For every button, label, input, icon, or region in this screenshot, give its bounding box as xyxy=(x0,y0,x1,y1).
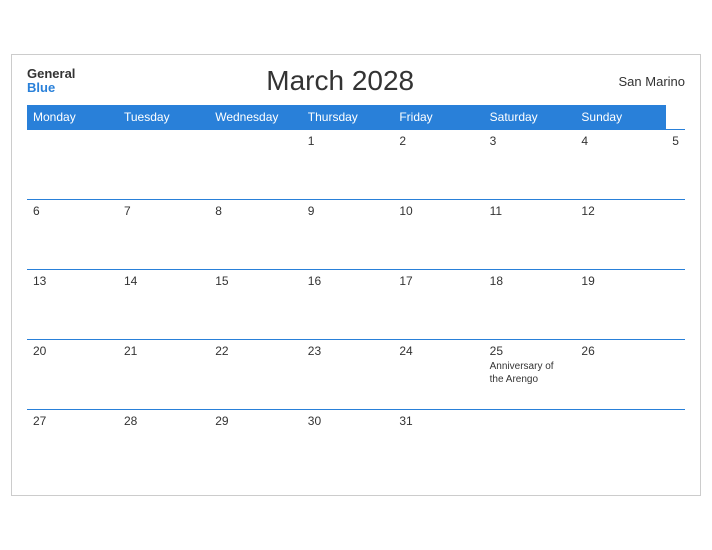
table-row: 10 xyxy=(393,200,483,270)
table-row: 7 xyxy=(118,200,209,270)
day-number: 26 xyxy=(581,344,594,358)
table-row: 25 Anniversary of the Arengo xyxy=(484,340,576,410)
logo-blue-text: Blue xyxy=(27,81,55,95)
col-thursday: Thursday xyxy=(302,105,394,130)
logo-general-text: General xyxy=(27,67,75,81)
day-number: 5 xyxy=(672,134,679,148)
calendar-week-row: 20 21 22 23 24 25 Anniversary of the Arengo 26 xyxy=(27,340,685,410)
table-row: 1 xyxy=(302,130,394,200)
col-friday: Friday xyxy=(393,105,483,130)
calendar-week-row: 27 28 29 30 31 xyxy=(27,410,685,480)
calendar-container: General Blue March 2028 San Marino Monda… xyxy=(11,54,701,496)
day-number: 6 xyxy=(33,204,40,218)
table-row: 14 xyxy=(118,270,209,340)
day-number: 13 xyxy=(33,274,46,288)
day-number: 14 xyxy=(124,274,137,288)
day-number: 27 xyxy=(33,414,46,428)
day-number: 17 xyxy=(399,274,412,288)
calendar-title: March 2028 xyxy=(75,65,605,97)
day-number: 20 xyxy=(33,344,46,358)
table-row xyxy=(575,410,666,480)
table-row: 13 xyxy=(27,270,118,340)
table-row: 30 xyxy=(302,410,394,480)
table-row: 5 xyxy=(666,130,685,200)
table-row: 17 xyxy=(393,270,483,340)
table-row: 20 xyxy=(27,340,118,410)
day-number: 2 xyxy=(399,134,406,148)
table-row: 8 xyxy=(209,200,302,270)
table-row: 19 xyxy=(575,270,666,340)
table-row: 2 xyxy=(393,130,483,200)
day-number: 15 xyxy=(215,274,228,288)
col-saturday: Saturday xyxy=(484,105,576,130)
col-wednesday: Wednesday xyxy=(209,105,302,130)
day-number: 11 xyxy=(490,204,502,218)
col-sunday: Sunday xyxy=(575,105,666,130)
day-number: 9 xyxy=(308,204,315,218)
table-row: 24 xyxy=(393,340,483,410)
event-label: Anniversary of the Arengo xyxy=(490,360,570,386)
day-number: 10 xyxy=(399,204,412,218)
table-row: 22 xyxy=(209,340,302,410)
weekday-header-row: Monday Tuesday Wednesday Thursday Friday… xyxy=(27,105,685,130)
day-number: 19 xyxy=(581,274,594,288)
day-number: 7 xyxy=(124,204,131,218)
calendar-week-row: 13 14 15 16 17 18 19 xyxy=(27,270,685,340)
table-row: 29 xyxy=(209,410,302,480)
day-number: 22 xyxy=(215,344,228,358)
table-row: 15 xyxy=(209,270,302,340)
country-label: San Marino xyxy=(605,74,685,89)
table-row xyxy=(27,130,118,200)
calendar-header: General Blue March 2028 San Marino xyxy=(27,65,685,97)
table-row: 3 xyxy=(484,130,576,200)
table-row: 6 xyxy=(27,200,118,270)
table-row: 28 xyxy=(118,410,209,480)
day-number: 8 xyxy=(215,204,222,218)
day-number: 28 xyxy=(124,414,137,428)
table-row xyxy=(484,410,576,480)
logo: General Blue xyxy=(27,67,75,96)
table-row: 9 xyxy=(302,200,394,270)
table-row: 27 xyxy=(27,410,118,480)
day-number: 12 xyxy=(581,204,594,218)
calendar-week-row: 6 7 8 9 10 11 12 xyxy=(27,200,685,270)
day-number: 18 xyxy=(490,274,503,288)
day-number: 24 xyxy=(399,344,412,358)
day-number: 16 xyxy=(308,274,321,288)
table-row: 16 xyxy=(302,270,394,340)
table-row: 23 xyxy=(302,340,394,410)
day-number: 21 xyxy=(124,344,137,358)
day-number: 29 xyxy=(215,414,228,428)
table-row: 11 xyxy=(484,200,576,270)
table-row: 12 xyxy=(575,200,666,270)
table-row: 26 xyxy=(575,340,666,410)
col-tuesday: Tuesday xyxy=(118,105,209,130)
day-number: 3 xyxy=(490,134,497,148)
table-row: 21 xyxy=(118,340,209,410)
day-number: 1 xyxy=(308,134,315,148)
day-number: 31 xyxy=(399,414,412,428)
table-row xyxy=(209,130,302,200)
calendar-week-row: 1 2 3 4 5 xyxy=(27,130,685,200)
table-row: 31 xyxy=(393,410,483,480)
table-row: 18 xyxy=(484,270,576,340)
calendar-table: Monday Tuesday Wednesday Thursday Friday… xyxy=(27,105,685,480)
day-number: 4 xyxy=(581,134,588,148)
col-monday: Monday xyxy=(27,105,118,130)
day-number: 30 xyxy=(308,414,321,428)
day-number: 25 xyxy=(490,344,503,358)
table-row xyxy=(118,130,209,200)
table-row: 4 xyxy=(575,130,666,200)
day-number: 23 xyxy=(308,344,321,358)
